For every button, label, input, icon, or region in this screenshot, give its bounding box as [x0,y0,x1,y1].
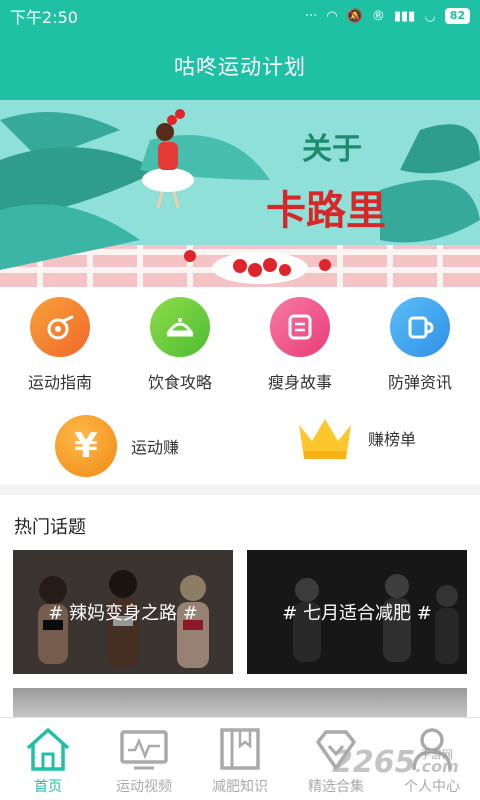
home-icon [26,728,70,771]
wifi-icon: ◡ [424,8,436,24]
category-label: 运动指南 [27,373,92,392]
category-diet[interactable]: 饮食攻略 [120,297,240,393]
category-label: 瘦身故事 [267,373,332,392]
nav-label: 减肥知识 [212,779,268,795]
topic-card-partial[interactable] [13,688,467,718]
nav-knowledge[interactable]: 减肥知识 [192,718,288,800]
hot-topics-section: 热门话题 # 辣妈变身之路 # # 七月适合减肥 # [0,495,480,718]
book-icon [220,728,260,770]
topic-tag: # 七月适合减肥 # [282,603,432,624]
whistle-icon [30,297,90,357]
registered-icon: ® [371,8,385,24]
watermark-text: 2265 [332,745,416,780]
nav-label: 运动视频 [116,779,172,795]
category-slim-story[interactable]: 瘦身故事 [240,297,360,393]
category-bulletproof-news[interactable]: 防弹资讯 [360,297,480,393]
nav-videos[interactable]: 运动视频 [96,718,192,800]
category-label: 防弹资讯 [387,373,452,392]
earn-ranking-entry[interactable]: 赚榜单 [296,415,416,461]
mute-bell-icon: 🔕 [346,8,363,24]
signal-icon: ▮▮▮ [393,8,416,24]
headset-icon: ◠ [326,8,338,24]
banner-calorie-text: 卡路里 [266,187,386,234]
sport-earn-entry[interactable]: ¥ 运动赚 [55,415,179,477]
banner[interactable]: 关于 卡路里 [0,100,480,287]
category-label: 饮食攻略 [147,373,212,392]
banner-about-text: 关于 [302,132,362,167]
hot-topics-title: 热门话题 [14,517,86,538]
note-icon [270,297,330,357]
cup-icon [390,297,450,357]
topic-tag: # 辣妈变身之路 # [48,603,198,624]
app-title-bar: 咕咚运动计划 [0,32,480,100]
yuan-coin-icon: ¥ [55,415,117,477]
sport-earn-label: 运动赚 [131,438,180,457]
category-sport-guide[interactable]: 运动指南 [0,297,120,393]
topic-card[interactable]: # 七月适合减肥 # [247,550,467,674]
video-monitor-icon [120,730,168,770]
crown-icon [299,419,351,459]
status-time: 下午2:50 [10,8,78,27]
dots-icon: ··· [304,8,318,24]
page-title: 咕咚运动计划 [174,55,306,79]
watermark-subtext: 手游网 [420,748,453,761]
category-section: 运动指南 饮食攻略 瘦身故事 防弹资讯 ¥ 运动赚 赚榜单 [0,287,480,485]
status-icons: ··· ◠ 🔕 ® ▮▮▮ ◡ 82 [305,8,470,24]
battery-indicator: 82 [444,8,470,24]
topic-card[interactable]: # 辣妈变身之路 # [13,550,233,674]
nav-label: 首页 [34,779,62,795]
nav-home[interactable]: 首页 [0,718,96,800]
food-cover-icon [150,297,210,357]
banner-illustration [0,100,480,287]
earn-ranking-label: 赚榜单 [368,430,417,449]
status-bar: 下午2:50 ··· ◠ 🔕 ® ▮▮▮ ◡ 82 [0,0,480,32]
